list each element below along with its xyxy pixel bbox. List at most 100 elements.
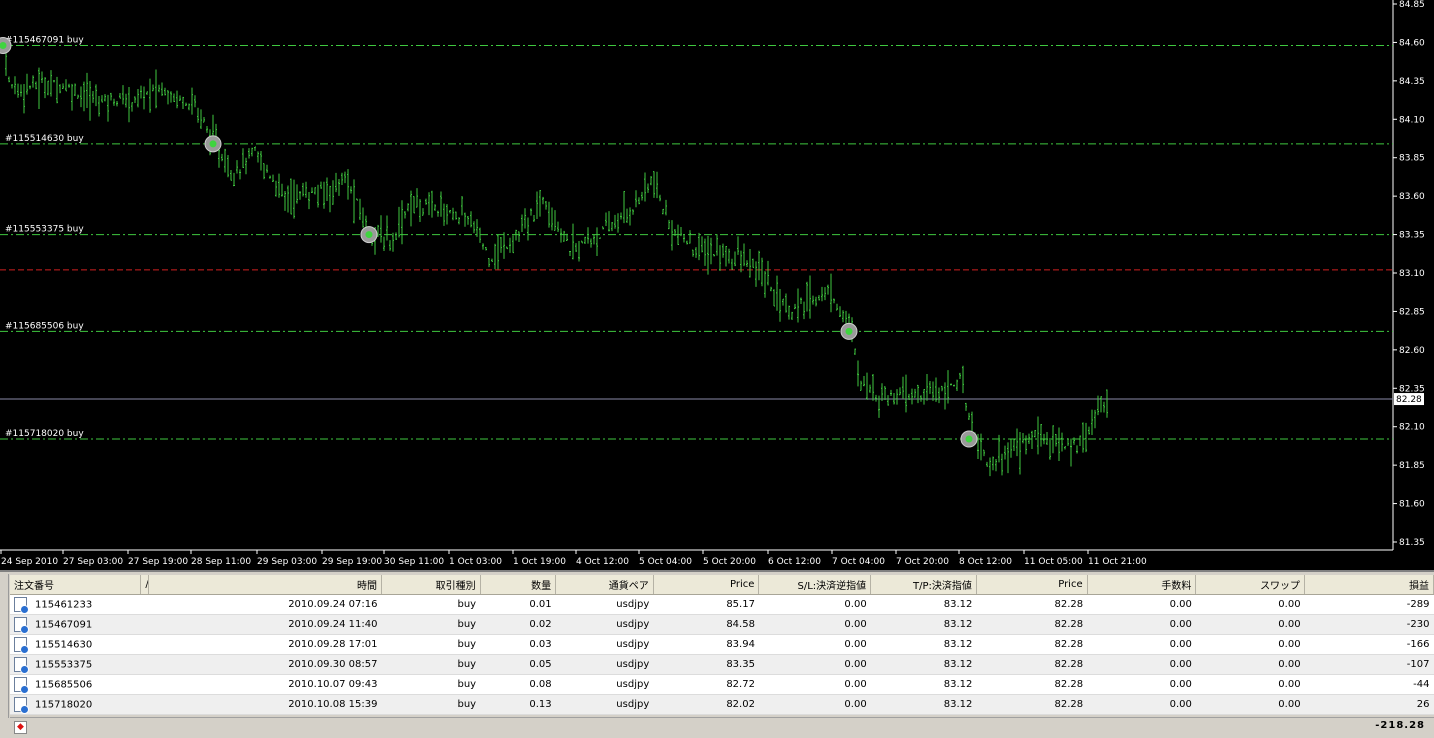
sort-indicator[interactable]: /: [140, 575, 150, 595]
current-price-cell: 82.28: [976, 654, 1088, 675]
time-tick-label: 6 Oct 12:00: [768, 557, 821, 567]
price-bar: [71, 83, 73, 111]
take-profit-cell: 83.12: [870, 594, 977, 615]
price-bar: [995, 458, 997, 472]
price-bar: [68, 83, 70, 88]
price-bar: [695, 247, 697, 258]
col-time[interactable]: 時間: [148, 575, 382, 595]
col-symbol[interactable]: 通貨ペア: [555, 575, 654, 595]
price-bar: [875, 394, 877, 402]
price-bar: [83, 81, 85, 112]
order-number-cell[interactable]: 115461233: [10, 594, 149, 615]
price-chart[interactable]: 84.85 84.60 84.35 84.10 83.85 83.60 83.35 83.10…: [0, 0, 1434, 570]
table-row[interactable]: 115514630 2010.09.28 17:01 buy 0.03 usdjpy 83…: [10, 634, 1434, 655]
price-bar: [155, 69, 157, 109]
price-tick-label: 84.10: [1399, 115, 1425, 125]
order-document-icon: [14, 657, 29, 674]
price-bar: [62, 83, 64, 90]
col-stop-loss[interactable]: S/L:決済逆指値: [758, 575, 872, 595]
price-bar: [536, 191, 538, 220]
price-bar: [815, 296, 817, 307]
price-bar: [386, 215, 388, 241]
price-bar: [35, 81, 37, 90]
price-bar: [29, 85, 31, 90]
price-bar: [647, 183, 649, 193]
swap-cell: 0.00: [1195, 674, 1305, 695]
price-bar: [305, 181, 307, 198]
price-tick-label: 81.35: [1399, 538, 1425, 548]
table-row[interactable]: 115685506 2010.10.07 09:43 buy 0.08 usdjpy 82…: [10, 674, 1434, 695]
col-type[interactable]: 取引種別: [381, 575, 481, 595]
stop-loss-cell: 0.00: [758, 614, 871, 635]
price-bar: [1064, 446, 1066, 450]
price-tick-label: 82.10: [1399, 423, 1425, 433]
col-take-profit[interactable]: T/P:決済指値: [870, 575, 977, 595]
price-bar: [1049, 438, 1051, 460]
price-bar: [11, 84, 13, 89]
col-swap[interactable]: スワップ: [1195, 575, 1306, 595]
price-tick-label: 81.60: [1399, 500, 1425, 510]
price-bar: [500, 237, 502, 253]
price-bar: [254, 146, 256, 151]
price-bar: [812, 295, 814, 305]
price-bar: [956, 379, 958, 392]
col-open-price[interactable]: Price: [653, 575, 760, 595]
col-profit[interactable]: 損益: [1304, 575, 1434, 595]
price-bar: [113, 98, 115, 106]
col-commission[interactable]: 手数料: [1087, 575, 1197, 595]
time-tick-label: 27 Sep 03:00: [63, 557, 123, 567]
price-bar: [515, 229, 517, 241]
price-bar: [41, 71, 43, 84]
open-price-cell: 83.94: [653, 634, 759, 655]
price-bar: [20, 84, 22, 97]
price-bar: [119, 92, 121, 99]
order-number-cell[interactable]: 115553375: [10, 654, 149, 675]
order-number: 115553375: [35, 659, 93, 671]
order-line-label: #115685506 buy: [5, 321, 84, 331]
price-bar: [59, 84, 61, 94]
time-tick-label: 7 Oct 20:00: [896, 557, 949, 567]
col-current-price[interactable]: Price: [976, 575, 1088, 595]
col-volume[interactable]: 数量: [480, 575, 557, 595]
price-bar: [401, 200, 403, 245]
price-bar: [497, 234, 499, 270]
price-bar: [293, 179, 295, 219]
chart-canvas[interactable]: 84.85 84.60 84.35 84.10 83.85 83.60 83.35 83.10…: [0, 0, 1434, 570]
panel-grip[interactable]: [0, 574, 9, 718]
price-bar: [158, 84, 160, 93]
price-bar: [1007, 442, 1009, 474]
price-bar: [350, 186, 352, 194]
price-bar: [86, 72, 88, 108]
price-bar: [179, 95, 181, 101]
table-row[interactable]: 115461233 2010.09.24 07:16 buy 0.01 usdjpy 85…: [10, 594, 1434, 615]
volume-cell: 0.01: [480, 594, 556, 615]
col-order-number[interactable]: 注文番号: [10, 575, 142, 595]
price-bar: [308, 192, 310, 210]
price-bar: [26, 73, 28, 95]
table-row[interactable]: 115553375 2010.09.30 08:57 buy 0.05 usdjpy 83…: [10, 654, 1434, 675]
price-bar: [692, 249, 694, 257]
order-number-cell[interactable]: 115467091: [10, 614, 149, 635]
table-row[interactable]: 115718020 2010.10.08 15:39 buy 0.13 usdjpy 82…: [10, 694, 1434, 715]
take-profit-cell: 83.12: [870, 694, 977, 715]
price-bar: [494, 243, 496, 270]
order-number-cell[interactable]: 115685506: [10, 674, 149, 695]
price-bar: [464, 212, 466, 227]
price-bar: [380, 215, 382, 243]
price-tick-label: 84.35: [1399, 77, 1425, 87]
price-bar: [332, 180, 334, 205]
order-number-cell[interactable]: 115514630: [10, 634, 149, 655]
table-row[interactable]: 115467091 2010.09.24 11:40 buy 0.02 usdjpy 84…: [10, 614, 1434, 635]
price-bar: [413, 196, 415, 214]
order-number-cell[interactable]: 115718020: [10, 694, 149, 715]
price-bar: [884, 386, 886, 401]
price-bar: [578, 240, 580, 262]
price-bar: [830, 273, 832, 313]
commission-cell: 0.00: [1087, 674, 1196, 695]
price-bar: [290, 178, 292, 215]
order-line-label: #115467091 buy: [5, 36, 84, 46]
price-bar: [77, 94, 79, 99]
price-tick-label: 83.85: [1399, 154, 1425, 164]
price-bar: [167, 90, 169, 105]
price-bar: [458, 217, 460, 225]
